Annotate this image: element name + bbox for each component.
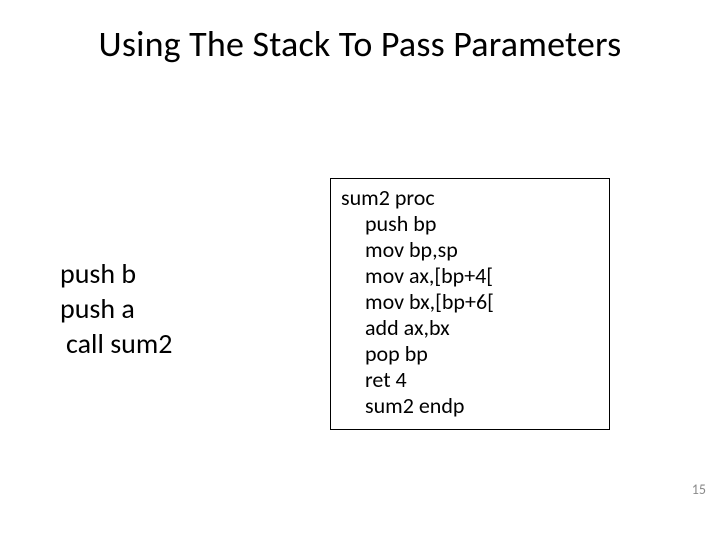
callee-line: ret 4	[341, 367, 599, 393]
callee-line: mov bx,[bp+6[	[341, 289, 599, 315]
slide-title: Using The Stack To Pass Parameters	[0, 22, 720, 66]
caller-line: push a	[60, 291, 172, 326]
caller-line: push b	[60, 256, 172, 291]
callee-line: mov ax,[bp+4[	[341, 263, 599, 289]
callee-line: mov bp,sp	[341, 237, 599, 263]
callee-line: sum2 proc	[341, 185, 599, 211]
page-number: 15	[692, 481, 706, 498]
callee-line: add ax,bx	[341, 315, 599, 341]
callee-line: pop bp	[341, 341, 599, 367]
caller-line: call sum2	[66, 326, 172, 361]
callee-line: push bp	[341, 211, 599, 237]
slide: Using The Stack To Pass Parameters push …	[0, 0, 720, 540]
callee-line: sum2 endp	[341, 393, 599, 419]
callee-code-box: sum2 proc push bp mov bp,sp mov ax,[bp+4…	[330, 178, 610, 430]
caller-code: push b push a call sum2	[60, 256, 172, 361]
